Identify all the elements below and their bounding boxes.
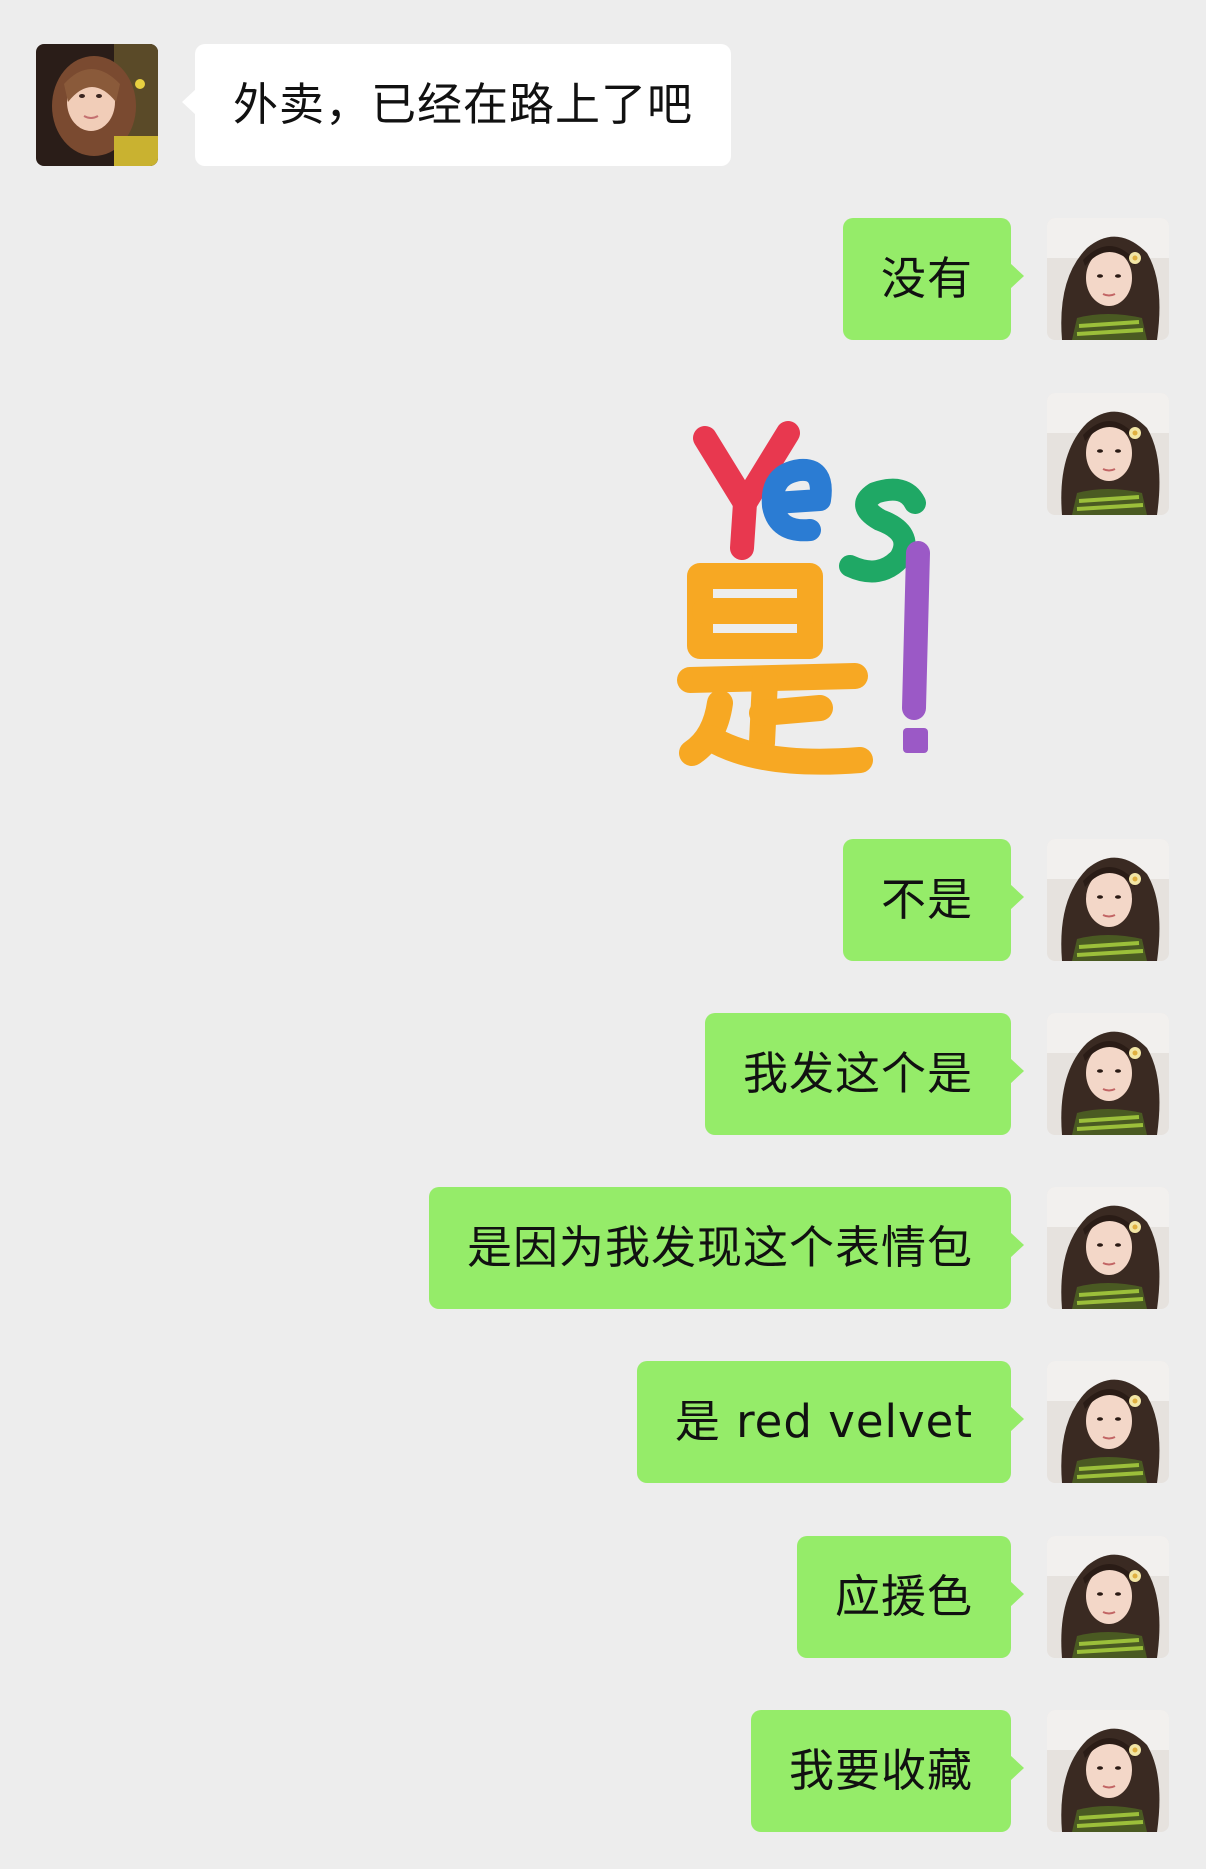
bubble-tail <box>1010 1755 1024 1781</box>
message-bubble-outgoing[interactable]: 我要收藏 <box>750 1710 1024 1832</box>
message-text: 没有 <box>880 252 973 305</box>
message-bubble-outgoing[interactable]: 应援色 <box>796 1536 1024 1658</box>
message-row-outgoing: 我要收藏 <box>0 1710 1206 1832</box>
message-row-outgoing: 应援色 <box>0 1536 1206 1658</box>
message-text: 不是 <box>880 873 973 926</box>
avatar-photo <box>1047 1361 1169 1483</box>
message-row-outgoing: 我发这个是 <box>0 1013 1206 1135</box>
avatar-photo <box>1047 839 1169 961</box>
avatar-photo <box>1047 1187 1169 1309</box>
message-bubble-outgoing[interactable]: 我发这个是 <box>704 1013 1024 1135</box>
message-row-outgoing: 不是 <box>0 839 1206 961</box>
message-text: 外卖，已经在路上了吧 <box>233 78 694 131</box>
message-row-outgoing: 是 red velvet <box>0 1361 1206 1483</box>
my-avatar-icon[interactable] <box>1047 1187 1169 1309</box>
my-avatar-icon[interactable] <box>1047 1710 1169 1832</box>
message-bubble-outgoing[interactable]: 没有 <box>842 218 1024 340</box>
message-text: 我要收藏 <box>788 1744 973 1797</box>
message-row-outgoing <box>0 393 1206 793</box>
sticker-message[interactable] <box>670 408 980 788</box>
message-bubble-outgoing[interactable]: 不是 <box>842 839 1024 961</box>
bubble-tail <box>1010 1232 1024 1258</box>
avatar-photo <box>1047 393 1169 515</box>
yes-sticker-image <box>677 421 930 775</box>
message-bubble-outgoing[interactable]: 是 red velvet <box>636 1361 1024 1483</box>
avatar-photo <box>1047 1536 1169 1658</box>
message-bubble-outgoing[interactable]: 是因为我发现这个表情包 <box>428 1187 1024 1309</box>
my-avatar-icon[interactable] <box>1047 393 1169 515</box>
message-text: 是 red velvet <box>674 1395 973 1448</box>
contact-avatar-icon[interactable] <box>36 44 158 166</box>
my-avatar-icon[interactable] <box>1047 218 1169 340</box>
message-text: 应援色 <box>834 1570 973 1623</box>
message-text: 是因为我发现这个表情包 <box>466 1221 973 1274</box>
bubble-tail <box>1010 1581 1024 1607</box>
avatar-photo <box>1047 1013 1169 1135</box>
bubble-tail <box>1010 263 1024 289</box>
my-avatar-icon[interactable] <box>1047 839 1169 961</box>
bubble-tail <box>182 89 196 115</box>
message-text: 我发这个是 <box>742 1047 973 1100</box>
avatar-photo <box>1047 1710 1169 1832</box>
my-avatar-icon[interactable] <box>1047 1361 1169 1483</box>
my-avatar-icon[interactable] <box>1047 1013 1169 1135</box>
message-row-outgoing: 是因为我发现这个表情包 <box>0 1187 1206 1309</box>
bubble-tail <box>1010 1406 1024 1432</box>
chat-message-list[interactable]: 外卖，已经在路上了吧 没有 不是 我发这个是 是因为我发现这个表情包 是 red… <box>0 0 1206 1869</box>
bubble-tail <box>1010 1058 1024 1084</box>
message-row-outgoing: 没有 <box>0 218 1206 340</box>
my-avatar-icon[interactable] <box>1047 1536 1169 1658</box>
bubble-tail <box>1010 884 1024 910</box>
message-bubble-incoming[interactable]: 外卖，已经在路上了吧 <box>182 44 732 166</box>
avatar-photo <box>1047 218 1169 340</box>
message-row-incoming: 外卖，已经在路上了吧 <box>0 44 1206 166</box>
